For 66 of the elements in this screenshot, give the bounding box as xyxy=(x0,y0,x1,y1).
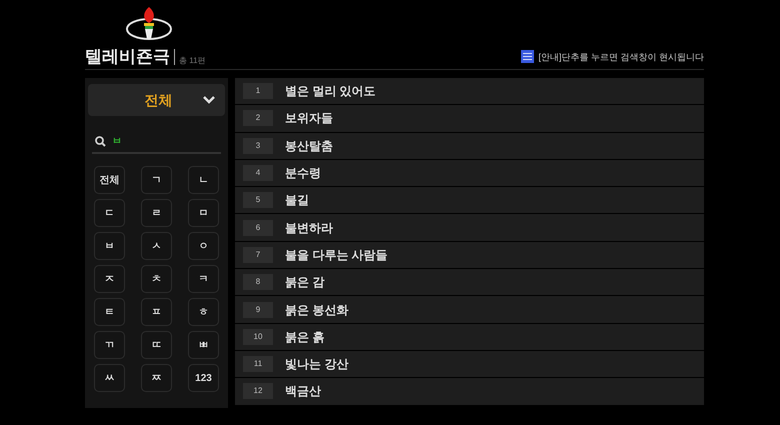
notice-text: [안내]단추를 누르면 검색창이 현시됩니다 xyxy=(538,53,704,62)
row-number: 3 xyxy=(243,138,273,154)
list-row[interactable]: 3 봉산탈춤 xyxy=(235,132,704,159)
list-row[interactable]: 5 불길 xyxy=(235,187,704,214)
list-row[interactable]: 4 분수령 xyxy=(235,160,704,186)
row-number: 10 xyxy=(243,328,273,345)
letter-key[interactable]: ㅍ xyxy=(141,298,172,326)
row-number: 5 xyxy=(243,192,273,208)
page-title: 텔레비죤극 xyxy=(85,48,170,65)
list-row[interactable]: 10 붉은 흙 xyxy=(235,324,704,350)
row-number: 9 xyxy=(243,302,273,318)
row-title: 불길 xyxy=(285,192,309,210)
torch-logo-icon xyxy=(123,5,175,41)
row-title: 빛나는 강산 xyxy=(285,356,348,374)
letter-key[interactable]: 123 xyxy=(188,364,219,392)
category-dropdown[interactable]: 전체 xyxy=(88,84,225,116)
letter-key[interactable]: ㄸ xyxy=(141,331,172,359)
letter-key[interactable]: ㅇ xyxy=(188,232,219,260)
list-row[interactable]: 9 붉은 봉선화 xyxy=(235,296,704,323)
item-count: 총 11편 xyxy=(179,57,206,65)
list-row[interactable]: 2 보위자들 xyxy=(235,105,704,132)
letter-key[interactable]: ㄹ xyxy=(141,199,172,227)
chevron-down-icon xyxy=(203,96,215,104)
row-number: 1 xyxy=(243,83,273,100)
letter-key[interactable]: ㅌ xyxy=(94,298,125,326)
letter-key[interactable]: ㅉ xyxy=(141,364,172,392)
row-number: 2 xyxy=(243,110,273,126)
row-title: 분수령 xyxy=(285,165,321,182)
row-number: 8 xyxy=(243,274,273,290)
row-number: 12 xyxy=(243,383,273,400)
letter-key[interactable]: ㅅ xyxy=(141,232,172,260)
list-row[interactable]: 7 불을 다루는 사람들 xyxy=(235,242,704,268)
row-number: 6 xyxy=(243,220,273,236)
list-row[interactable]: 6 불변하라 xyxy=(235,214,704,241)
row-title: 붉은 감 xyxy=(285,274,324,292)
row-title: 보위자들 xyxy=(285,110,333,128)
list-row[interactable]: 8 붉은 감 xyxy=(235,269,704,296)
letter-key[interactable]: ㅊ xyxy=(141,265,172,293)
letter-key[interactable]: ㅎ xyxy=(188,298,219,326)
search-field[interactable]: ㅂ xyxy=(92,130,221,154)
search-icon xyxy=(95,136,106,146)
letter-key[interactable]: ㄲ xyxy=(94,331,125,359)
row-title: 불변하라 xyxy=(285,220,333,237)
row-title: 별은 멀리 있어도 xyxy=(285,83,376,100)
row-title: 붉은 흙 xyxy=(285,328,324,346)
letter-key[interactable]: ㄷ xyxy=(94,199,125,227)
list-row[interactable]: 11 빛나는 강산 xyxy=(235,350,704,378)
row-title: 백금산 xyxy=(285,383,321,400)
row-number: 7 xyxy=(243,246,273,263)
letter-key[interactable]: ㅃ xyxy=(188,331,219,359)
letter-key[interactable]: ㅂ xyxy=(94,232,125,260)
letter-key[interactable]: ㅁ xyxy=(188,199,219,227)
row-number: 4 xyxy=(243,165,273,182)
row-title: 붉은 봉선화 xyxy=(285,302,348,319)
list-row[interactable]: 1 별은 멀리 있어도 xyxy=(235,78,704,104)
letter-key[interactable]: ㄴ xyxy=(188,166,219,194)
letter-key[interactable]: 전체 xyxy=(94,166,125,194)
list-row[interactable]: 12 백금산 xyxy=(235,378,704,405)
row-number: 11 xyxy=(243,356,273,372)
letter-key[interactable]: ㅈ xyxy=(94,265,125,293)
letter-key[interactable]: ㅋ xyxy=(188,265,219,293)
menu-icon xyxy=(521,50,534,63)
letter-key[interactable]: ㅆ xyxy=(94,364,125,392)
letter-key[interactable]: ㄱ xyxy=(141,166,172,194)
row-title: 봉산탈춤 xyxy=(285,138,333,155)
row-title: 불을 다루는 사람들 xyxy=(285,246,388,264)
